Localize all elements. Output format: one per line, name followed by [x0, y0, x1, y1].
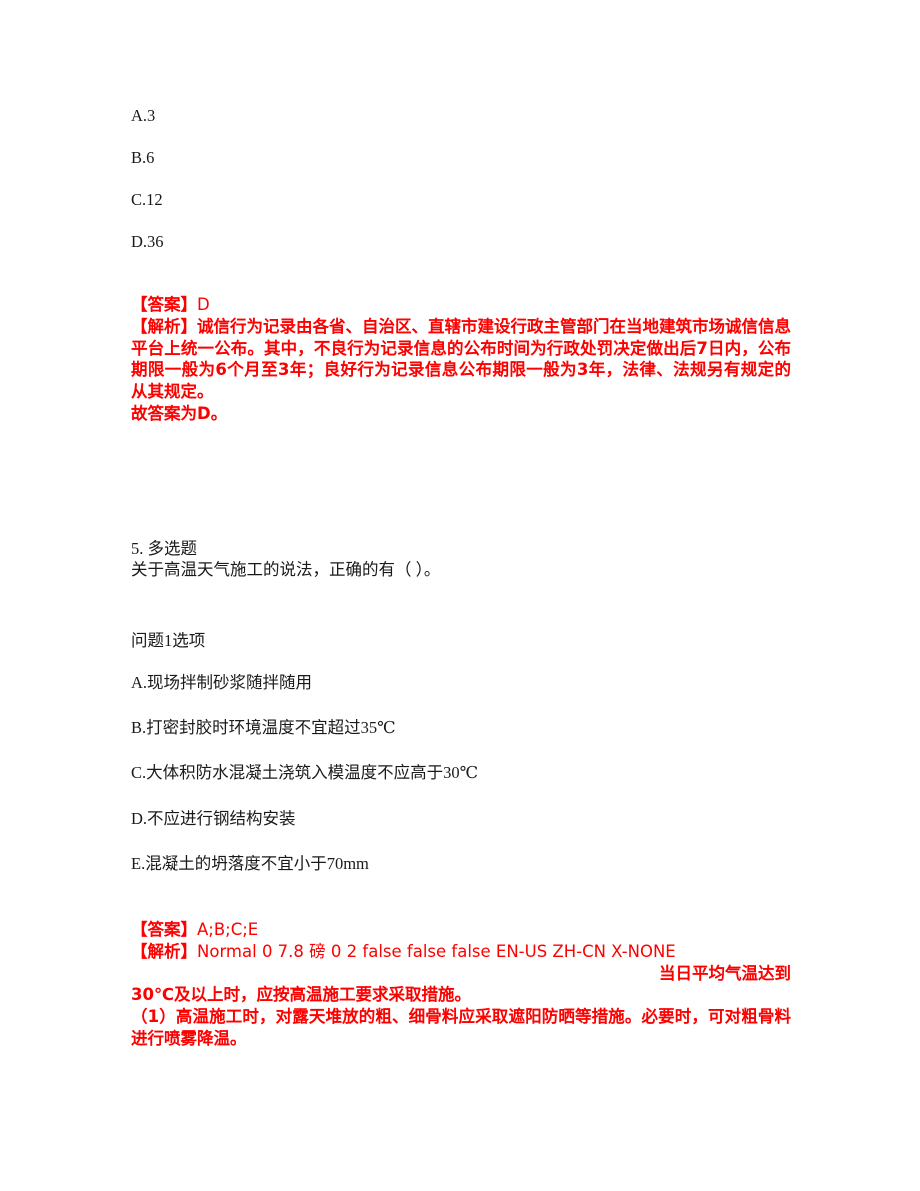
q5-answer-line: 【答案】A;B;C;E: [131, 919, 791, 941]
q5-explanation-artifact-line: 【解析】Normal 0 7.8 磅 0 2 false false false…: [131, 941, 791, 983]
q5-option-b: B.打密封胶时环境温度不宜超过35℃: [131, 718, 791, 737]
q5-option-a-text: A.现场拌制砂浆随拌随用: [131, 673, 313, 692]
q5-option-e-text: E.混凝土的坍落度不宜小于70mm: [131, 854, 369, 873]
q5-options-heading: 问题1选项: [131, 631, 791, 650]
q5-heading-block: 5. 多选题 关于高温天气施工的说法，正确的有（ ）。: [131, 538, 791, 580]
q5-explanation-label: 【解析】: [131, 941, 197, 961]
q5-option-b-text: B.打密封胶时环境温度不宜超过35℃: [131, 718, 396, 737]
q5-option-c: C.大体积防水混凝土浇筑入模温度不应高于30℃: [131, 763, 791, 782]
q5-options-heading-text: 问题1选项: [131, 631, 206, 650]
q5-option-d: D.不应进行钢结构安装: [131, 809, 791, 828]
q5-option-e: E.混凝土的坍落度不宜小于70mm: [131, 854, 791, 873]
q4-explanation-line: 【解析】诚信行为记录由各省、自治区、直辖市建设行政主管部门在当地建筑市场诚信信息…: [131, 316, 791, 403]
q5-explanation-item-1: （1）高温施工时，对露天堆放的粗、细骨料应采取遮阳防晒等措施。必要时，可对粗骨料…: [131, 1007, 791, 1048]
q4-option-a-text: A.3: [131, 106, 156, 125]
q5-explanation-line1-tail: 当日平均气温达到: [659, 963, 791, 983]
q5-explanation-artifact: Normal 0 7.8 磅 0 2 false false false EN-…: [197, 941, 676, 961]
q4-answer-value: D: [197, 295, 210, 314]
q5-explanation-line2: 30℃及以上时，应按高温施工要求采取措施。: [131, 985, 471, 1005]
q4-answer-block: 【答案】D 【解析】诚信行为记录由各省、自治区、直辖市建设行政主管部门在当地建筑…: [131, 294, 791, 425]
q4-option-b: B.6: [131, 148, 791, 167]
q4-answer-label: 【答案】: [131, 295, 197, 314]
q4-explanation-text: 诚信行为记录由各省、自治区、直辖市建设行政主管部门在当地建筑市场诚信信息平台上统…: [131, 316, 791, 402]
q5-option-a: A.现场拌制砂浆随拌随用: [131, 673, 791, 692]
q4-option-d-text: D.36: [131, 232, 164, 251]
q5-option-c-text: C.大体积防水混凝土浇筑入模温度不应高于30℃: [131, 763, 479, 782]
q5-answer-value: A;B;C;E: [197, 920, 259, 939]
q4-explanation-label: 【解析】: [131, 316, 197, 336]
q5-answer-block: 【答案】A;B;C;E 【解析】Normal 0 7.8 磅 0 2 false…: [131, 919, 791, 1050]
q5-number-type: 5. 多选题: [131, 539, 197, 558]
q4-option-c: C.12: [131, 190, 791, 209]
q5-option-d-text: D.不应进行钢结构安装: [131, 809, 296, 828]
q4-option-a: A.3: [131, 106, 791, 125]
q5-answer-label: 【答案】: [131, 920, 197, 939]
q4-option-c-text: C.12: [131, 190, 163, 209]
q4-option-d: D.36: [131, 232, 791, 251]
q4-answer-line: 【答案】D: [131, 294, 791, 316]
document-page: A.3 B.6 C.12 D.36 【答案】D 【解析】诚信行为记录由各省、自治…: [0, 0, 920, 1191]
q4-option-b-text: B.6: [131, 148, 155, 167]
q4-conclusion: 故答案为D。: [131, 403, 228, 423]
q5-stem: 关于高温天气施工的说法，正确的有（ ）。: [131, 560, 441, 580]
